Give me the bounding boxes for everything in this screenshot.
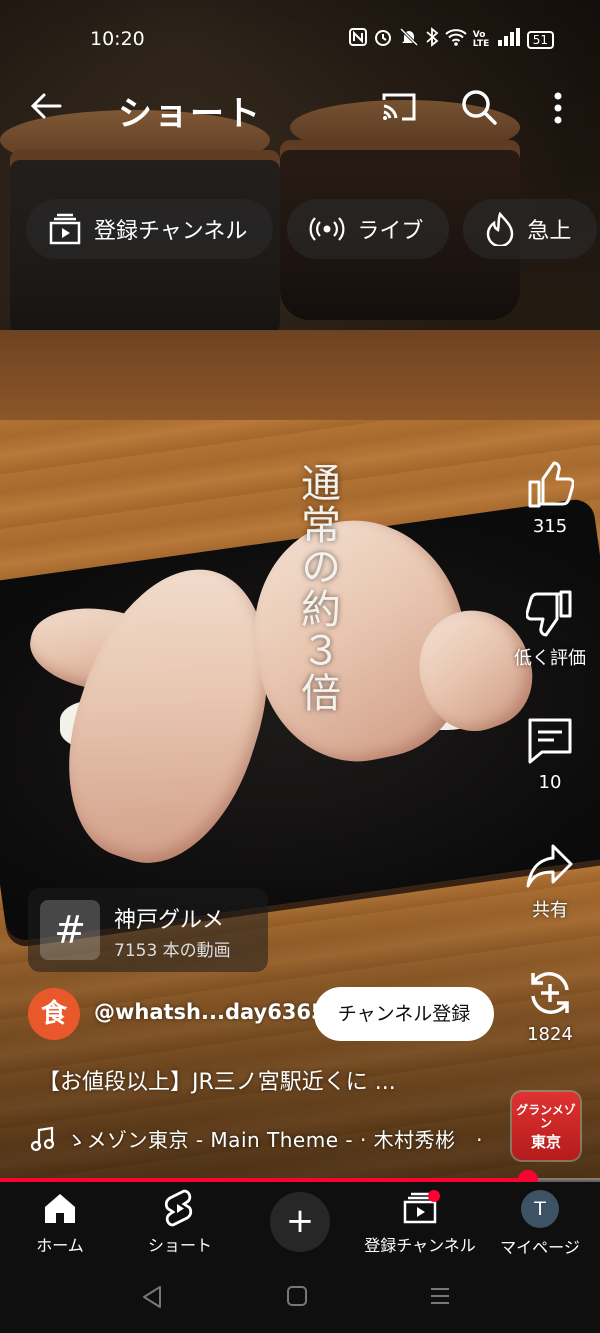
status-time: 10:20	[90, 28, 145, 50]
system-home-button[interactable]	[285, 1284, 315, 1314]
page-title: ショート	[118, 94, 262, 134]
system-recents-button[interactable]	[428, 1284, 458, 1314]
sound-thumb-line2: 東京	[530, 1133, 561, 1152]
hashtag-name: 神戸グルメ	[114, 908, 225, 933]
channel-avatar[interactable]: 食	[28, 988, 80, 1040]
status-bar: 10:20 Vo LTE 51	[0, 24, 600, 58]
back-button[interactable]	[28, 88, 68, 128]
home-icon	[45, 1194, 75, 1223]
like-button[interactable]: 315	[500, 460, 600, 537]
search-icon	[462, 90, 497, 125]
wifi-icon	[445, 28, 467, 51]
like-count: 315	[532, 516, 568, 537]
nav-subscriptions-label: 登録チャンネル	[364, 1236, 476, 1255]
chip-label: 登録チャンネル	[94, 219, 248, 244]
remix-button[interactable]: 1824	[500, 968, 600, 1045]
live-icon	[309, 217, 345, 241]
nav-mypage-label: マイページ	[500, 1238, 580, 1257]
system-navigation-bar	[0, 1264, 600, 1333]
nav-shorts[interactable]: ショート	[120, 1188, 240, 1256]
chip-label: ライブ	[357, 219, 424, 244]
thumbs-down-icon	[526, 590, 572, 637]
alarm-icon	[373, 27, 393, 52]
share-label: 共有	[532, 900, 568, 921]
video-title[interactable]: 【お値段以上】JR三ノ宮駅近くに ...	[38, 1064, 478, 1096]
cast-icon	[382, 93, 416, 121]
sound-thumb-line1: グランメゾン	[516, 1103, 576, 1131]
music-title: ゝメゾン東京 - Main Theme - · 木村秀彬 ·	[66, 1128, 484, 1152]
filter-chips: 登録チャンネル ライブ 急上	[26, 199, 598, 259]
arrow-left-icon	[30, 93, 62, 119]
hashtag-video-count: 7153 本の動画	[114, 941, 231, 961]
battery-icon: 51	[526, 30, 554, 49]
video-overlay-caption: 通常の約３倍	[294, 462, 340, 714]
search-button[interactable]	[460, 88, 500, 128]
subscriptions-icon	[49, 213, 81, 245]
chip-trending[interactable]: 急上	[463, 199, 598, 259]
nav-mypage[interactable]: T マイページ	[480, 1188, 600, 1258]
trending-icon	[487, 212, 514, 246]
user-avatar: T	[521, 1190, 559, 1228]
top-app-bar: ショート	[0, 80, 600, 136]
comment-count: 10	[538, 772, 562, 793]
comments-button[interactable]: 10	[500, 716, 600, 793]
sound-thumbnail[interactable]: グランメゾン 東京	[512, 1092, 580, 1160]
music-row[interactable]: ゝメゾン東京 - Main Theme - · 木村秀彬 ·	[30, 1124, 500, 1153]
hashtag-icon: #	[40, 900, 100, 960]
nfc-icon	[348, 28, 367, 51]
music-note-icon	[30, 1126, 54, 1151]
nav-home[interactable]: ホーム	[0, 1188, 120, 1256]
system-back-button[interactable]	[140, 1284, 170, 1314]
channel-handle[interactable]: @whatsh...day6365	[94, 1000, 326, 1024]
hashtag-card[interactable]: # 神戸グルメ 7153 本の動画	[28, 888, 268, 972]
triangle-back-icon	[143, 1286, 161, 1308]
square-home-icon	[287, 1286, 307, 1306]
signal-icon	[497, 28, 521, 51]
chip-label: 急上	[527, 219, 572, 244]
nav-home-label: ホーム	[36, 1236, 84, 1255]
bottom-navigation: ホーム ショート + 登録チャンネル T マイページ	[0, 1182, 600, 1264]
dislike-label: 低く評価	[514, 648, 586, 669]
bluetooth-icon	[425, 27, 439, 52]
nav-shorts-label: ショート	[147, 1236, 212, 1255]
more-options-button[interactable]	[546, 86, 570, 130]
subscribe-button[interactable]: チャンネル登録	[314, 987, 494, 1041]
menu-recents-icon	[431, 1288, 449, 1304]
mute-icon	[399, 27, 419, 52]
volte-icon: Vo LTE	[472, 29, 490, 49]
more-vertical-icon	[554, 92, 562, 124]
thumbs-up-icon	[528, 461, 574, 508]
notification-dot	[428, 1190, 440, 1202]
remix-count: 1824	[527, 1024, 573, 1045]
share-button[interactable]: 共有	[500, 842, 600, 922]
remix-icon	[531, 972, 569, 1014]
shorts-icon	[164, 1189, 193, 1227]
video-counter	[0, 330, 600, 420]
dislike-button[interactable]: 低く評価	[500, 588, 600, 670]
cast-button[interactable]	[380, 90, 418, 126]
status-icons: Vo LTE 51	[348, 27, 554, 52]
chip-live[interactable]: ライブ	[287, 199, 450, 259]
share-icon	[526, 844, 573, 888]
create-button[interactable]: +	[270, 1192, 330, 1252]
nav-subscriptions[interactable]: 登録チャンネル	[360, 1188, 480, 1256]
comment-icon	[528, 718, 572, 764]
chip-subscriptions[interactable]: 登録チャンネル	[26, 199, 274, 259]
